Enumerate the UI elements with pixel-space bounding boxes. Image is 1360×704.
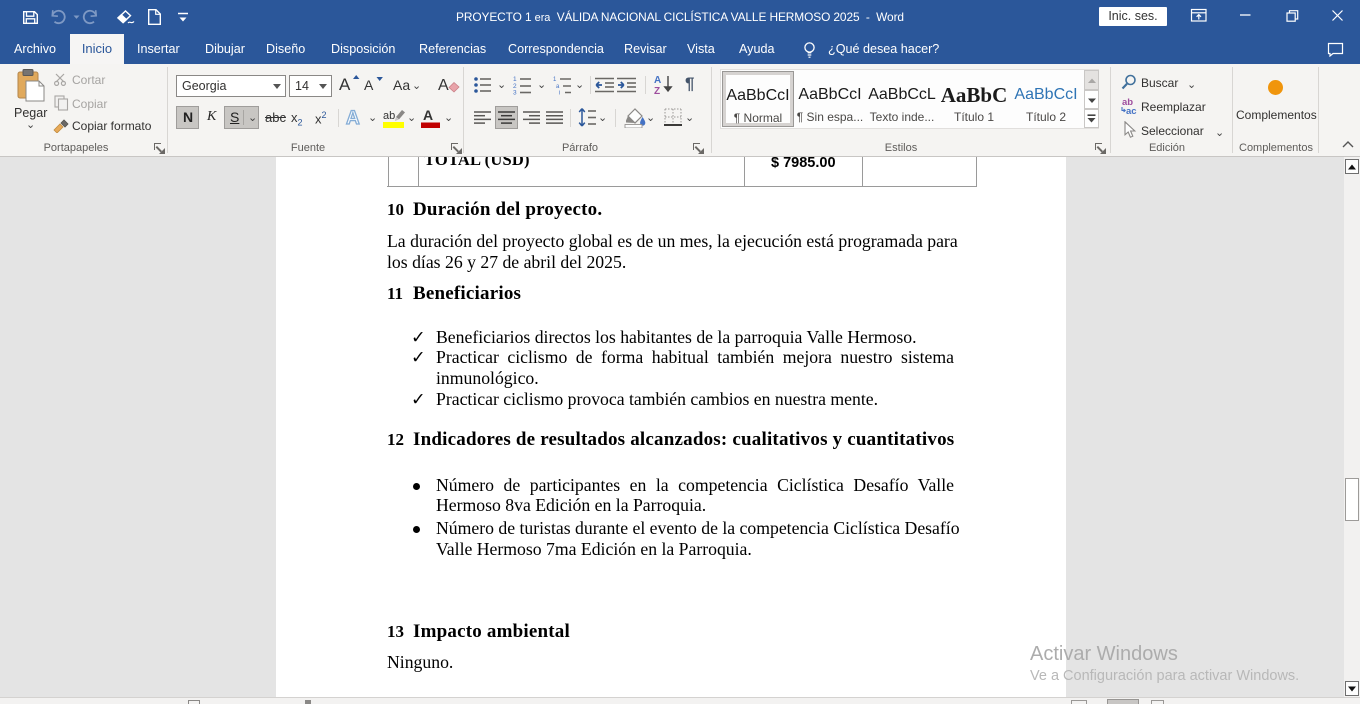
svg-text:A: A (423, 107, 433, 123)
svg-text:A: A (654, 75, 661, 86)
svg-text:a: a (556, 84, 560, 90)
svg-text:3: 3 (513, 90, 517, 96)
svg-text:1: 1 (513, 76, 517, 83)
svg-text:1: 1 (553, 77, 557, 83)
svg-text:ab: ab (383, 110, 395, 122)
svg-text:A: A (364, 77, 374, 93)
svg-text:Z: Z (654, 86, 660, 96)
svg-text:A: A (339, 75, 351, 93)
svg-text:A: A (438, 77, 449, 94)
svg-text:ac: ac (1126, 106, 1137, 115)
svg-text:A: A (346, 108, 360, 127)
svg-text:i: i (559, 91, 560, 96)
